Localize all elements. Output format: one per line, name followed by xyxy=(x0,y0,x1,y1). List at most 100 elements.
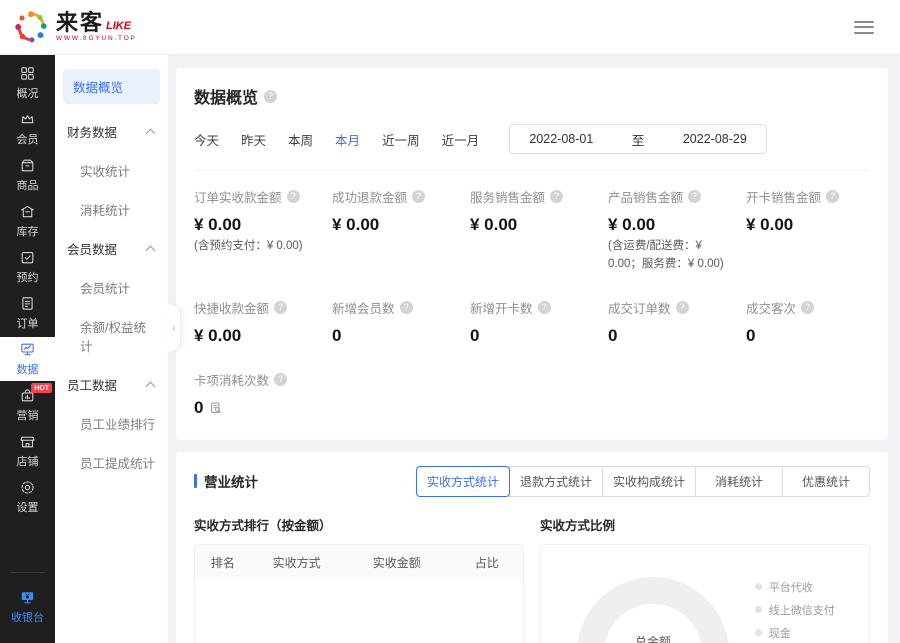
donut-center-label: 总金额 xyxy=(635,633,671,643)
stat-value: ¥ 0.00 xyxy=(746,215,870,235)
file-search-icon[interactable] xyxy=(209,401,223,415)
business-stats-card: 营业统计 实收方式统计 退款方式统计 实收构成统计 消耗统计 优惠统计 实收方式… xyxy=(176,452,888,643)
sidebar-item-member-stats[interactable]: 会员统计 xyxy=(55,268,168,307)
app-root: 来客 LIKE WWW.8GYUN.TOP 概况 xyxy=(0,0,900,643)
date-from-value[interactable]: 2022-08-01 xyxy=(529,132,593,146)
rail-label: 收银台 xyxy=(11,609,44,625)
stat-order-income: 订单实收款金额 ¥ 0.00 (含预约支付：¥ 0.00) xyxy=(194,187,318,274)
rail-spacer xyxy=(0,521,55,572)
rail-item-booking[interactable]: 预约 xyxy=(0,245,55,289)
hot-badge: HOT xyxy=(31,383,52,393)
sidebar-item-staff-performance-rank[interactable]: 员工业绩排行 xyxy=(55,404,168,443)
tab-income-composition-stats[interactable]: 实收构成统计 xyxy=(602,466,696,497)
stat-label: 产品销售金额 xyxy=(608,187,683,206)
rail-item-goods[interactable]: 商品 xyxy=(0,153,55,197)
stats-tab-group: 实收方式统计 退款方式统计 实收构成统计 消耗统计 优惠统计 xyxy=(416,466,870,497)
hamburger-menu-icon[interactable] xyxy=(854,13,874,41)
brand-text: 来客 LIKE WWW.8GYUN.TOP xyxy=(56,12,137,43)
rail-item-data[interactable]: 数据 xyxy=(0,337,55,381)
stat-quick-collection: 快捷收款金额 ¥ 0.00 xyxy=(194,298,318,346)
stat-value: ¥ 0.00 xyxy=(194,215,318,235)
sidebar-item-consume-stats[interactable]: 消耗统计 xyxy=(55,190,168,229)
primary-sidebar: 概况 会员 商品 库存 xyxy=(0,55,55,643)
help-icon[interactable] xyxy=(400,301,413,314)
filter-last-30-days[interactable]: 近一月 xyxy=(442,130,480,149)
table-header-row: 排名 实收方式 实收金额 占比 xyxy=(195,545,523,580)
rail-item-settings[interactable]: 设置 xyxy=(0,475,55,519)
stat-value: ¥ 0.00 xyxy=(332,215,456,235)
stat-service-sales: 服务销售金额 ¥ 0.00 xyxy=(470,187,594,274)
sidebar-item-balance-rights-stats[interactable]: 余额/权益统计 xyxy=(55,307,168,365)
rail-item-members[interactable]: 会员 xyxy=(0,107,55,151)
filter-yesterday[interactable]: 昨天 xyxy=(241,130,266,149)
rail-item-marketing[interactable]: HOT 营销 xyxy=(0,383,55,427)
help-icon[interactable] xyxy=(274,373,287,386)
stat-value: 0 xyxy=(608,326,732,346)
stat-subtext: (含运费/配送费：¥ 0.00；服务费：¥ 0.00) xyxy=(608,238,732,274)
legend-item-online-wechat[interactable]: 线上微信支付 xyxy=(755,602,847,618)
filter-today[interactable]: 今天 xyxy=(194,130,219,149)
help-icon[interactable] xyxy=(538,301,551,314)
sidebar-collapse-handle[interactable]: ‹ xyxy=(168,305,180,351)
tab-consume-stats[interactable]: 消耗统计 xyxy=(695,466,783,497)
stat-deal-orders: 成交订单数 0 xyxy=(608,298,732,346)
rail-item-cashier[interactable]: 收银台 xyxy=(0,585,55,629)
rail-item-shop[interactable]: 店铺 xyxy=(0,429,55,473)
rail-item-orders[interactable]: 订单 xyxy=(0,291,55,335)
filter-this-month[interactable]: 本月 xyxy=(335,130,360,149)
date-to-value[interactable]: 2022-08-29 xyxy=(683,132,747,146)
filter-last-7-days[interactable]: 近一周 xyxy=(382,130,420,149)
legend-dot xyxy=(755,583,762,590)
help-icon[interactable] xyxy=(826,190,839,203)
chart-legend: 平台代收 线上微信支付 现金 其他 微信（记账） 支付宝（记账） POS机（记账… xyxy=(755,579,847,643)
sidebar-group-label: 员工数据 xyxy=(67,375,117,394)
chevron-up-icon xyxy=(146,245,156,255)
tab-discount-stats[interactable]: 优惠统计 xyxy=(782,466,870,497)
help-icon[interactable] xyxy=(287,190,300,203)
help-icon[interactable] xyxy=(801,301,814,314)
brand-logo[interactable]: 来客 LIKE WWW.8GYUN.TOP xyxy=(12,8,137,46)
sidebar-item-staff-commission-stats[interactable]: 员工提成统计 xyxy=(55,443,168,482)
sidebar-group-finance-data[interactable]: 财务数据 xyxy=(55,112,168,151)
rail-item-inventory[interactable]: 库存 xyxy=(0,199,55,243)
sidebar-item-income-stats[interactable]: 实收统计 xyxy=(55,151,168,190)
help-icon[interactable] xyxy=(274,301,287,314)
panel-title: 实收方式比例 xyxy=(540,515,870,534)
date-range-picker[interactable]: 2022-08-01 至 2022-08-29 xyxy=(509,124,767,154)
brand-pinwheel-icon xyxy=(12,8,50,46)
rail-label: 概况 xyxy=(17,85,39,101)
stat-value: 0 xyxy=(746,326,870,346)
chevron-up-icon xyxy=(146,128,156,138)
stat-value: ¥ 0.00 xyxy=(194,326,318,346)
panel-title: 实收方式排行（按金额） xyxy=(194,515,524,534)
help-icon[interactable] xyxy=(676,301,689,314)
stat-new-cards: 新增开卡数 0 xyxy=(470,298,594,346)
sidebar-group-staff-data[interactable]: 员工数据 xyxy=(55,365,168,404)
help-icon[interactable] xyxy=(412,190,425,203)
data-overview-card: 数据概览 今天 昨天 本周 本月 近一周 近一月 2022-08-01 至 20… xyxy=(176,68,888,440)
column-header-rank: 排名 xyxy=(195,554,251,571)
stat-deal-customers: 成交客次 0 xyxy=(746,298,870,346)
rank-table: 排名 实收方式 实收金额 占比 xyxy=(194,544,524,643)
help-icon[interactable] xyxy=(688,190,701,203)
legend-dot xyxy=(755,606,762,613)
help-icon[interactable] xyxy=(264,90,277,103)
stat-subtext: (含预约支付：¥ 0.00) xyxy=(194,238,318,256)
stat-card-consume-times: 卡项消耗次数 0 xyxy=(194,370,318,418)
stat-label: 新增会员数 xyxy=(332,298,395,317)
sidebar-item-data-overview[interactable]: 数据概览 xyxy=(63,69,160,104)
member-crown-icon xyxy=(19,111,36,128)
tab-income-method-stats[interactable]: 实收方式统计 xyxy=(416,466,510,497)
legend-item-cash[interactable]: 现金 xyxy=(755,625,847,641)
filter-this-week[interactable]: 本周 xyxy=(288,130,313,149)
goods-box-icon xyxy=(19,157,36,174)
rail-label: 商品 xyxy=(17,177,39,193)
rail-label: 营销 xyxy=(17,407,39,423)
legend-label: 平台代收 xyxy=(769,579,813,595)
tab-refund-method-stats[interactable]: 退款方式统计 xyxy=(509,466,603,497)
legend-item-platform-collect[interactable]: 平台代收 xyxy=(755,579,847,595)
date-separator: 至 xyxy=(632,130,645,149)
help-icon[interactable] xyxy=(550,190,563,203)
sidebar-group-member-data[interactable]: 会员数据 xyxy=(55,229,168,268)
rail-item-overview[interactable]: 概况 xyxy=(0,61,55,105)
